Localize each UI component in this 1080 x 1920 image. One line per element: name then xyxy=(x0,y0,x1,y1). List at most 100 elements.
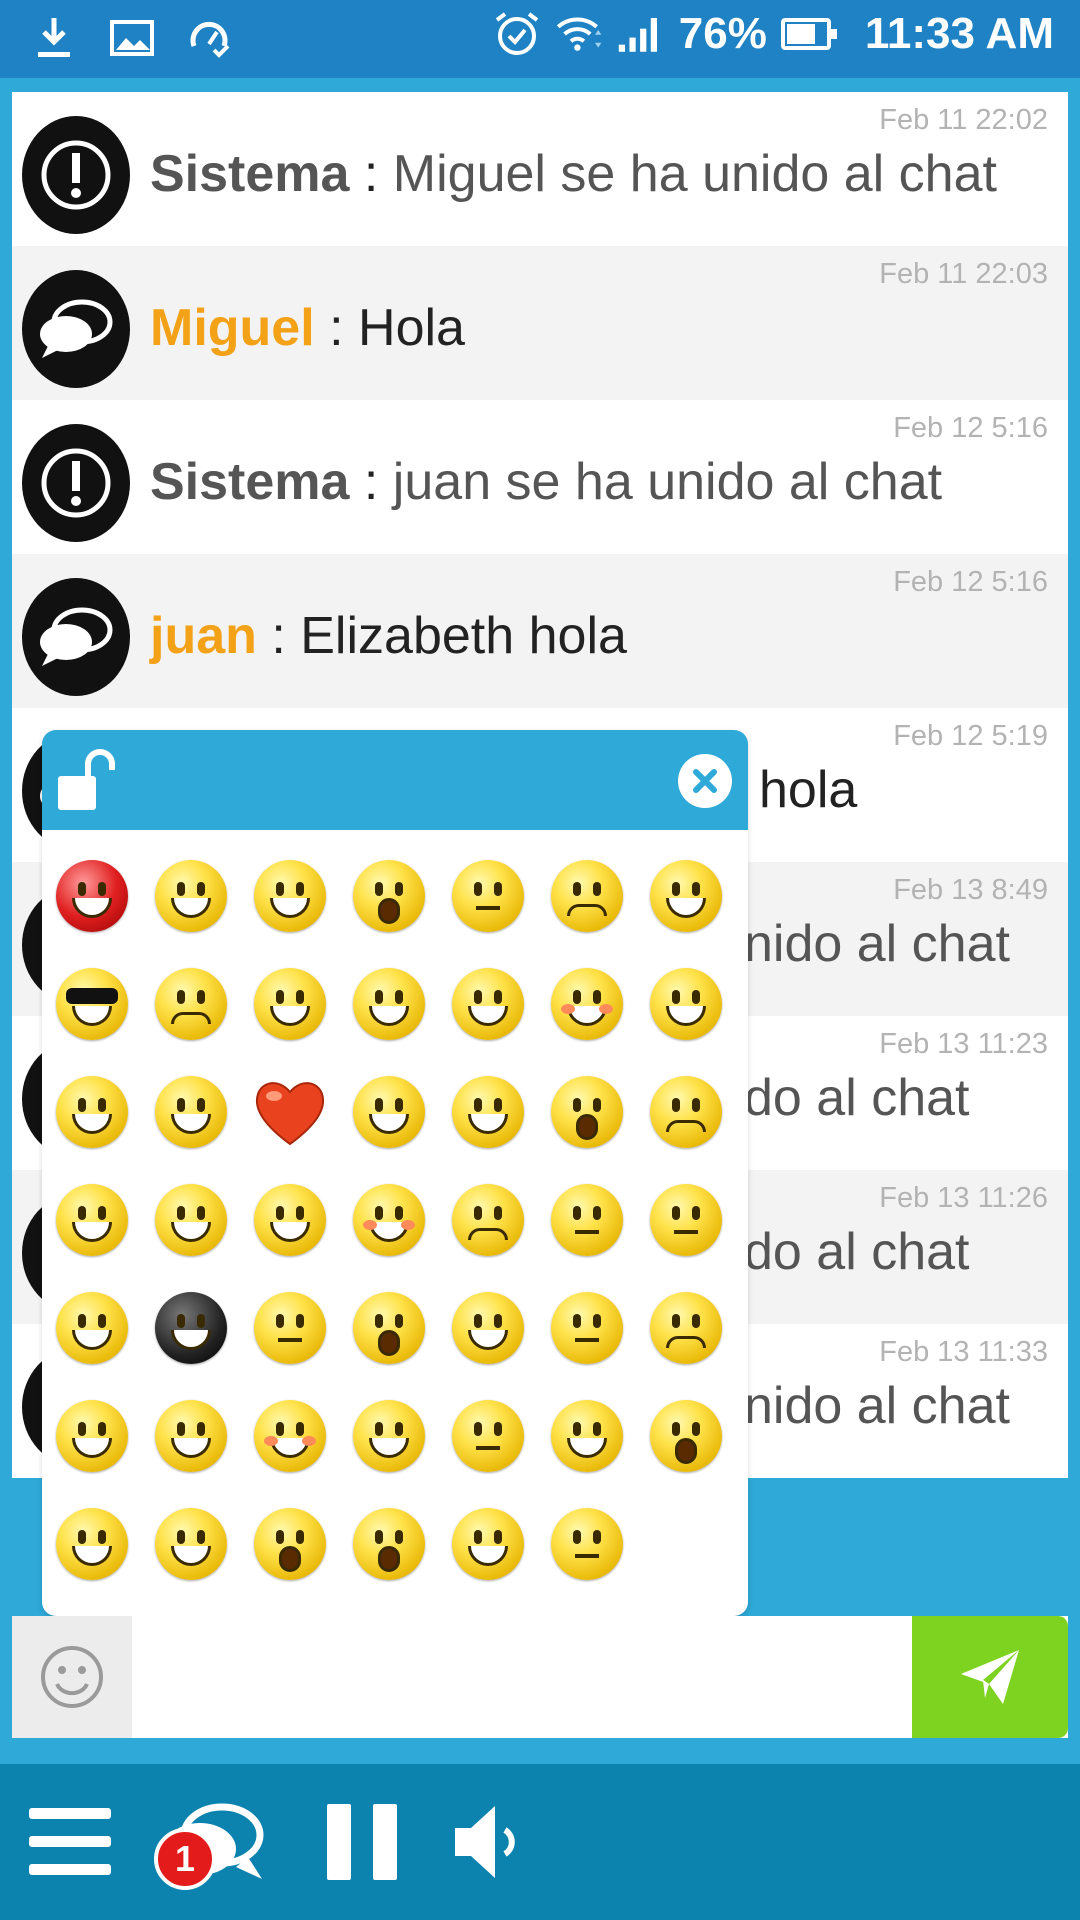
close-icon[interactable] xyxy=(678,754,732,808)
message-body: Elizabeth hola xyxy=(300,607,627,665)
message-body: nido al chat xyxy=(744,915,1010,973)
emoji-skeptical-icon[interactable] xyxy=(438,842,537,950)
emoji-surprised-icon[interactable] xyxy=(240,1490,339,1598)
message-sender[interactable]: juan xyxy=(150,607,257,665)
message-input[interactable] xyxy=(132,1616,922,1738)
emoji-plain-smile-icon[interactable] xyxy=(240,1274,339,1382)
message-body: Hola xyxy=(358,299,465,357)
emoji-grin-icon[interactable] xyxy=(141,842,240,950)
emoji-sad-icon[interactable] xyxy=(537,842,636,950)
emoji-row xyxy=(42,1058,748,1166)
emoji-tears-of-joy-icon[interactable] xyxy=(141,1166,240,1274)
emoji-grimace-icon[interactable] xyxy=(438,1166,537,1274)
message-separator: : xyxy=(314,299,359,357)
emoji-angry-red-icon[interactable] xyxy=(42,842,141,950)
message-sender[interactable]: Sistema xyxy=(150,145,349,203)
alert-icon xyxy=(22,116,130,234)
emoji-picker-panel xyxy=(42,730,748,1616)
message-timestamp: Feb 13 8:49 xyxy=(893,874,1048,906)
pause-icon[interactable] xyxy=(322,1796,402,1888)
emoji-hushed-icon[interactable] xyxy=(537,1274,636,1382)
emoji-neutral-icon[interactable] xyxy=(636,1166,735,1274)
chat-bubbles-icon xyxy=(22,578,130,696)
status-bar: 76% 11:33 AM xyxy=(0,0,1080,78)
emoji-devil-icon[interactable] xyxy=(240,950,339,1058)
message-text: nido al chat xyxy=(744,914,1010,974)
message-row[interactable]: Sistema : Miguel se ha unido al chat Feb… xyxy=(12,92,1068,246)
emoji-smile-icon[interactable] xyxy=(537,1382,636,1490)
message-row[interactable]: juan : Elizabeth hola Feb 12 5:16 xyxy=(12,554,1068,708)
emoji-tongue-out-icon[interactable] xyxy=(141,1490,240,1598)
emoji-yawn-icon[interactable] xyxy=(636,1382,735,1490)
message-timestamp: Feb 13 11:33 xyxy=(879,1336,1048,1368)
emoji-zipper-mouth-icon[interactable] xyxy=(537,1166,636,1274)
emoji-heart-icon[interactable] xyxy=(240,1058,339,1166)
signal-icon xyxy=(617,8,665,60)
emoji-thinking-icon[interactable] xyxy=(438,1058,537,1166)
emoji-hands-over-eyes-icon[interactable] xyxy=(141,1382,240,1490)
alarm-icon xyxy=(493,8,541,60)
unlock-icon[interactable] xyxy=(54,748,118,814)
emoji-picker-header xyxy=(42,730,748,830)
emoji-dizzy-icon[interactable] xyxy=(438,950,537,1058)
emoji-cool-sunglasses-icon[interactable] xyxy=(42,950,141,1058)
emoji-big-grin-icon[interactable] xyxy=(42,1166,141,1274)
message-text: Miguel : Hola xyxy=(150,298,465,358)
emoji-astonished-icon[interactable] xyxy=(339,1490,438,1598)
emoji-evil-grin-icon[interactable] xyxy=(42,1382,141,1490)
emoji-scream-icon[interactable] xyxy=(339,1274,438,1382)
emoji-expressionless-icon[interactable] xyxy=(537,1490,636,1598)
message-text: juan : Elizabeth hola xyxy=(150,606,627,666)
emoji-celebrate-icon[interactable] xyxy=(438,1490,537,1598)
emoji-smirk-icon[interactable] xyxy=(240,842,339,950)
message-sender[interactable]: Miguel xyxy=(150,299,315,357)
emoji-hug-heart-icon[interactable] xyxy=(339,1166,438,1274)
message-input-bar xyxy=(12,1616,1068,1738)
emoji-tongue-wink-icon[interactable] xyxy=(42,1490,141,1598)
message-sender[interactable]: Sistema xyxy=(150,453,349,511)
emoji-thumbs-up-smile-icon[interactable] xyxy=(42,1274,141,1382)
message-row[interactable]: Sistema : juan se ha unido al chat Feb 1… xyxy=(12,400,1068,554)
message-text: do al chat xyxy=(744,1222,970,1282)
emoji-idea-icon[interactable] xyxy=(42,1058,141,1166)
emoji-worried-icon[interactable] xyxy=(636,1274,735,1382)
emoji-grin-teeth-icon[interactable] xyxy=(339,1382,438,1490)
send-plane-icon xyxy=(961,1650,1019,1704)
emoji-crying-icon[interactable] xyxy=(141,950,240,1058)
alert-icon xyxy=(22,424,130,542)
emoji-wave-icon[interactable] xyxy=(339,1058,438,1166)
emoji-facepalm-icon[interactable] xyxy=(339,950,438,1058)
hamburger-menu-icon[interactable] xyxy=(26,1796,114,1888)
message-separator: : xyxy=(349,145,393,203)
wifi-icon xyxy=(555,8,603,60)
clock: 11:33 AM xyxy=(864,9,1054,58)
message-body: do al chat xyxy=(744,1223,970,1281)
emoji-shocked-hands-icon[interactable] xyxy=(537,1058,636,1166)
emoji-button[interactable] xyxy=(12,1616,132,1738)
emoji-confused-shrug-icon[interactable] xyxy=(636,1058,735,1166)
chat-bubbles-icon xyxy=(22,270,130,388)
emoji-heart-eyes-icon[interactable] xyxy=(240,1166,339,1274)
message-timestamp: Feb 13 11:26 xyxy=(879,1182,1048,1214)
message-timestamp: Feb 12 5:19 xyxy=(893,720,1048,752)
emoji-cheer-icon[interactable] xyxy=(438,1274,537,1382)
speaker-icon[interactable] xyxy=(446,1796,526,1888)
emoji-ninja-icon[interactable] xyxy=(141,1274,240,1382)
message-body: Miguel se ha unido al chat xyxy=(392,145,997,203)
message-separator: : xyxy=(349,453,393,511)
message-text: Sistema : juan se ha unido al chat xyxy=(150,452,942,512)
emoji-row xyxy=(42,950,748,1058)
emoji-grid xyxy=(42,842,748,1598)
emoji-thumbs-up-grin-icon[interactable] xyxy=(141,1058,240,1166)
message-body: juan se ha unido al chat xyxy=(392,453,943,511)
emoji-rose-icon[interactable] xyxy=(537,950,636,1058)
send-button[interactable] xyxy=(912,1616,1068,1738)
message-row[interactable]: Miguel : Hola Feb 11 22:03 xyxy=(12,246,1068,400)
emoji-sleepy-icon[interactable] xyxy=(438,1382,537,1490)
emoji-laugh-hands-icon[interactable] xyxy=(636,842,735,950)
emoji-eye-roll-icon[interactable] xyxy=(339,842,438,950)
message-body: do al chat xyxy=(744,1069,970,1127)
smiley-icon xyxy=(41,1646,103,1708)
emoji-blush-icon[interactable] xyxy=(240,1382,339,1490)
emoji-happy-squint-icon[interactable] xyxy=(636,950,735,1058)
